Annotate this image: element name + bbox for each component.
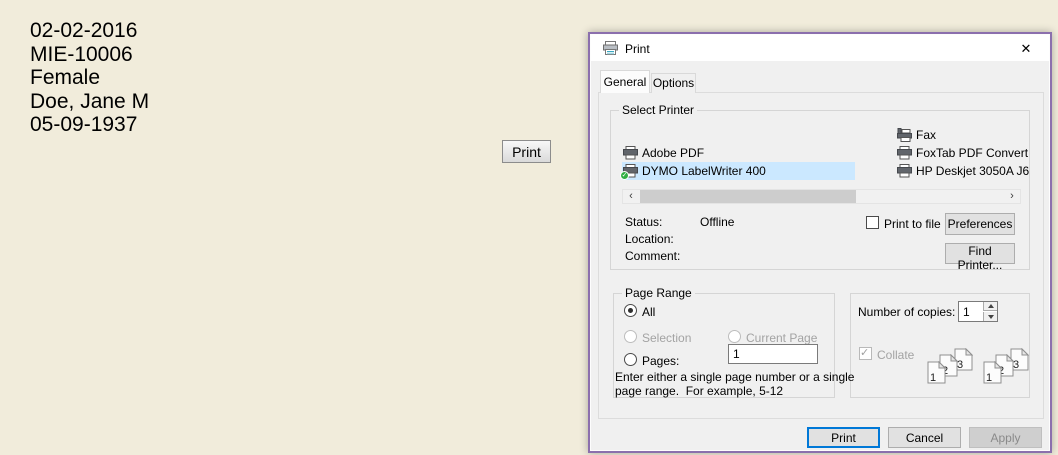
select-printer-legend: Select Printer	[619, 103, 697, 117]
radio-all[interactable]	[624, 304, 637, 317]
printer-icon	[897, 146, 912, 160]
print-to-file-label: Print to file	[884, 218, 941, 231]
printer-item-dymo-selected[interactable]: ✓ DYMO LabelWriter 400	[622, 162, 855, 180]
radio-current-page	[728, 330, 741, 343]
tab-general[interactable]: General	[600, 70, 650, 93]
collate-pages-icon: 3 2 1	[983, 348, 1029, 388]
collate-pages-icon: 3 2 1	[927, 348, 973, 388]
preferences-button[interactable]: Preferences	[945, 213, 1015, 235]
printer-item-fax[interactable]: Fax	[897, 126, 936, 144]
collate-label: Collate	[877, 349, 914, 362]
copies-spinner[interactable]: 1	[958, 301, 998, 322]
fax-icon	[897, 128, 912, 142]
dialog-titlebar[interactable]: Print ✕	[591, 35, 1049, 61]
radio-all-label: All	[642, 306, 655, 319]
radio-selection	[624, 330, 637, 343]
patient-info-date: 02-02-2016	[30, 19, 149, 43]
page-range-help-line1: Enter either a single page number or a s…	[615, 371, 854, 384]
scroll-right-icon[interactable]: ›	[1004, 190, 1020, 203]
printer-name: HP Deskjet 3050A J6	[916, 164, 1029, 178]
printer-icon: ✓	[623, 164, 638, 178]
pages-input[interactable]	[728, 344, 818, 364]
patient-info-name: Doe, Jane M	[30, 90, 149, 114]
collate-check-icon: ✓	[860, 346, 869, 359]
printer-name: DYMO LabelWriter 400	[642, 164, 766, 178]
printer-icon	[897, 164, 912, 178]
scroll-left-icon[interactable]: ‹	[623, 190, 639, 203]
copies-value: 1	[963, 305, 970, 319]
printer-item-adobe-pdf[interactable]: Adobe PDF	[623, 144, 704, 162]
page-range-legend: Page Range	[622, 286, 695, 300]
location-label: Location:	[625, 233, 674, 246]
dialog-title: Print	[625, 42, 650, 56]
tab-options[interactable]: Options	[651, 73, 696, 93]
radio-pages[interactable]	[624, 353, 637, 366]
printer-item-foxtab[interactable]: FoxTab PDF Convert	[897, 144, 1028, 162]
collate-sheet: 1	[927, 361, 946, 384]
desktop: { "page": { "info_lines": ["02-02-2016",…	[0, 0, 1058, 455]
printer-item-hp-deskjet[interactable]: HP Deskjet 3050A J6	[897, 162, 1029, 180]
comment-label: Comment:	[625, 250, 680, 263]
print-to-file-checkbox[interactable]	[866, 216, 879, 229]
printer-name: FoxTab PDF Convert	[916, 146, 1028, 160]
cancel-button[interactable]: Cancel	[888, 427, 961, 448]
radio-pages-label: Pages:	[642, 355, 679, 368]
number-of-copies-label: Number of copies:	[858, 306, 955, 319]
default-printer-check-icon: ✓	[620, 171, 629, 180]
printer-name: Adobe PDF	[642, 146, 704, 160]
scrollbar-thumb[interactable]	[640, 190, 856, 203]
status-value: Offline	[700, 216, 734, 229]
collate-checkbox: ✓	[859, 347, 872, 360]
radio-selection-label: Selection	[642, 332, 691, 345]
page-range-help-line2: page range. For example, 5-12	[615, 385, 783, 398]
patient-info-block: 02-02-2016 MIE-10006 Female Doe, Jane M …	[30, 19, 149, 137]
printer-list-scrollbar[interactable]: ‹ ›	[622, 189, 1021, 204]
page-print-button[interactable]: Print	[502, 140, 551, 163]
patient-info-id: MIE-10006	[30, 43, 149, 67]
patient-info-dob: 05-09-1937	[30, 113, 149, 137]
close-icon[interactable]: ✕	[1013, 39, 1039, 58]
status-label: Status:	[625, 216, 662, 229]
printer-name: Fax	[916, 128, 936, 142]
print-button[interactable]: Print	[807, 427, 880, 448]
printer-icon	[602, 40, 619, 56]
apply-button: Apply	[969, 427, 1042, 448]
collate-sheet: 1	[983, 361, 1002, 384]
spinner-down-icon[interactable]	[983, 312, 997, 321]
printer-icon	[623, 146, 638, 160]
patient-info-sex: Female	[30, 66, 149, 90]
find-printer-button[interactable]: Find Printer...	[945, 243, 1015, 264]
spinner-up-icon[interactable]	[983, 302, 997, 311]
print-dialog: Print ✕ General Options Select Printer F…	[588, 32, 1052, 453]
